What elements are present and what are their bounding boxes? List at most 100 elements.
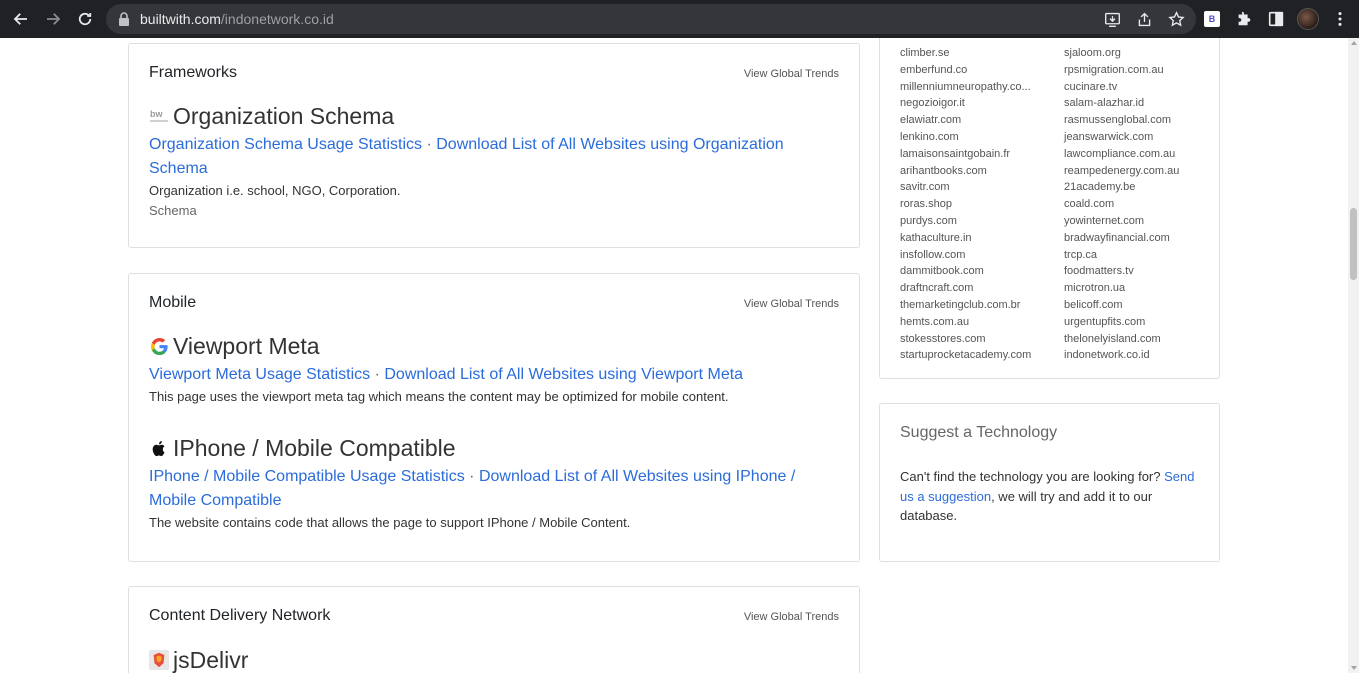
related-site-link[interactable]: rpsmigration.com.au — [1064, 62, 1179, 79]
builtwith-extension-icon[interactable]: B — [1199, 6, 1225, 32]
side-panel-icon[interactable] — [1263, 6, 1289, 32]
tech-description: The website contains code that allows th… — [149, 515, 631, 530]
section-heading: Content Delivery Network — [149, 607, 331, 624]
related-site-link[interactable]: coald.com — [1064, 196, 1179, 213]
view-global-trends-link[interactable]: View Global Trends — [744, 68, 839, 80]
related-site-link[interactable]: lamaisonsaintgobain.fr — [900, 146, 1031, 163]
related-site-link[interactable]: reampedenergy.com.au — [1064, 163, 1179, 180]
section-heading: Mobile — [149, 294, 197, 311]
share-icon[interactable] — [1132, 7, 1156, 31]
related-site-link[interactable]: salam-alazhar.id — [1064, 95, 1179, 112]
tech-name: Organization Schema — [173, 102, 395, 129]
page-content: Frameworks View Global Trends bw Organiz… — [0, 38, 1348, 673]
related-site-link[interactable]: lawcompliance.com.au — [1064, 146, 1179, 163]
separator: · — [374, 366, 380, 383]
related-site-link[interactable]: sjaloom.org — [1064, 45, 1179, 62]
section-heading: Frameworks — [149, 64, 238, 81]
cdn-card: Content Delivery Network View Global Tre… — [128, 586, 860, 673]
related-site-link[interactable]: emberfund.co — [900, 62, 1031, 79]
related-site-link[interactable]: cucinare.tv — [1064, 79, 1179, 96]
profile-avatar[interactable] — [1295, 6, 1321, 32]
related-site-link[interactable]: startuprocketacademy.com — [900, 347, 1031, 364]
back-button[interactable] — [5, 3, 37, 35]
lock-icon — [119, 12, 129, 26]
related-site-link[interactable]: microtron.ua — [1064, 280, 1179, 297]
related-site-link[interactable]: thelonelyisland.com — [1064, 331, 1179, 348]
frameworks-card: Frameworks View Global Trends bw Organiz… — [128, 43, 860, 248]
reload-icon — [78, 12, 92, 26]
related-sites-left-column: climber.se emberfund.co millenniumneuropat… — [900, 45, 1031, 364]
tech-item: jsDelivr — [149, 646, 839, 673]
bookmark-star-icon[interactable] — [1164, 7, 1188, 31]
tech-name: Viewport Meta — [173, 332, 320, 359]
browser-toolbar: builtwith.com/indonetwork.co.id B — [0, 0, 1359, 38]
url-host: builtwith.com — [140, 11, 221, 27]
related-site-link[interactable]: climber.se — [900, 45, 1031, 62]
forward-button[interactable] — [37, 3, 69, 35]
mobile-card: Mobile View Global Trends Viewport Meta … — [128, 273, 860, 562]
scrollbar-thumb[interactable] — [1350, 208, 1357, 280]
svg-text:bw: bw — [150, 109, 163, 119]
tech-description: This page uses the viewport meta tag whi… — [149, 389, 729, 404]
related-site-link[interactable]: lenkino.com — [900, 129, 1031, 146]
page-scrollbar[interactable] — [1348, 38, 1359, 673]
arrow-right-icon — [47, 13, 61, 25]
related-site-link[interactable]: themarketingclub.com.br — [900, 297, 1031, 314]
usage-statistics-link[interactable]: Viewport Meta Usage Statistics — [149, 366, 370, 383]
suggest-title: Suggest a Technology — [900, 424, 1058, 441]
address-bar[interactable]: builtwith.com/indonetwork.co.id — [106, 4, 1196, 34]
reload-button[interactable] — [69, 3, 101, 35]
related-site-link[interactable]: dammitbook.com — [900, 263, 1031, 280]
puzzle-extensions-icon[interactable] — [1231, 6, 1257, 32]
scroll-down-arrow-icon[interactable] — [1351, 666, 1357, 670]
tech-name: jsDelivr — [173, 646, 249, 673]
related-site-link[interactable]: stokesstores.com — [900, 331, 1031, 348]
related-site-link[interactable]: kathaculture.in — [900, 230, 1031, 247]
tech-item: Viewport Meta Viewport Meta Usage Statis… — [149, 332, 839, 406]
related-site-link[interactable]: belicoff.com — [1064, 297, 1179, 314]
tech-description: Organization i.e. school, NGO, Corporati… — [149, 183, 401, 198]
related-site-link[interactable]: trcp.ca — [1064, 247, 1179, 264]
related-sites-right-column: sjaloom.org rpsmigration.com.au cucinare.t… — [1064, 45, 1179, 364]
related-site-link[interactable]: negozioigor.it — [900, 95, 1031, 112]
related-site-link[interactable]: rasmussenglobal.com — [1064, 112, 1179, 129]
related-site-link[interactable]: insfollow.com — [900, 247, 1031, 264]
apple-icon — [149, 438, 169, 458]
related-site-link[interactable]: bradwayfinancial.com — [1064, 230, 1179, 247]
related-site-link[interactable]: roras.shop — [900, 196, 1031, 213]
related-site-link[interactable]: arihantbooks.com — [900, 163, 1031, 180]
related-site-link[interactable]: foodmatters.tv — [1064, 263, 1179, 280]
related-site-link[interactable]: urgentupfits.com — [1064, 314, 1179, 331]
related-site-link[interactable]: 21academy.be — [1064, 179, 1179, 196]
tech-item: IPhone / Mobile Compatible IPhone / Mobi… — [149, 434, 839, 532]
builtwith-icon: bw — [149, 106, 169, 126]
related-site-link[interactable]: savitr.com — [900, 179, 1031, 196]
jsdelivr-icon — [149, 650, 169, 670]
download-list-link[interactable]: Download List of All Websites using View… — [384, 366, 743, 383]
suggest-technology-card: Suggest a Technology Can't find the tech… — [879, 403, 1220, 562]
google-icon — [149, 336, 169, 356]
related-site-link[interactable]: hemts.com.au — [900, 314, 1031, 331]
url-path: /indonetwork.co.id — [220, 11, 334, 27]
tech-tag: Schema — [149, 203, 197, 218]
arrow-left-icon — [13, 13, 27, 25]
related-site-link[interactable]: millenniumneuropathy.co... — [900, 79, 1031, 96]
related-site-link[interactable]: indonetwork.co.id — [1064, 347, 1179, 364]
separator: · — [426, 136, 432, 153]
usage-statistics-link[interactable]: Organization Schema Usage Statistics — [149, 136, 422, 153]
install-app-icon[interactable] — [1100, 7, 1124, 31]
view-global-trends-link[interactable]: View Global Trends — [744, 298, 839, 310]
related-site-link[interactable]: yowinternet.com — [1064, 213, 1179, 230]
suggest-text: Can't find the technology you are lookin… — [900, 469, 1195, 523]
related-site-link[interactable]: jeanswarwick.com — [1064, 129, 1179, 146]
view-global-trends-link[interactable]: View Global Trends — [744, 611, 839, 623]
avatar — [1297, 8, 1319, 30]
related-site-link[interactable]: purdys.com — [900, 213, 1031, 230]
related-site-link[interactable]: elawiatr.com — [900, 112, 1031, 129]
menu-kebab-icon[interactable] — [1327, 6, 1353, 32]
related-site-link[interactable]: draftncraft.com — [900, 280, 1031, 297]
usage-statistics-link[interactable]: IPhone / Mobile Compatible Usage Statist… — [149, 468, 465, 485]
tech-item: bw Organization Schema Organization Sche… — [149, 102, 839, 221]
scroll-up-arrow-icon[interactable] — [1351, 41, 1357, 45]
separator: · — [469, 468, 475, 485]
